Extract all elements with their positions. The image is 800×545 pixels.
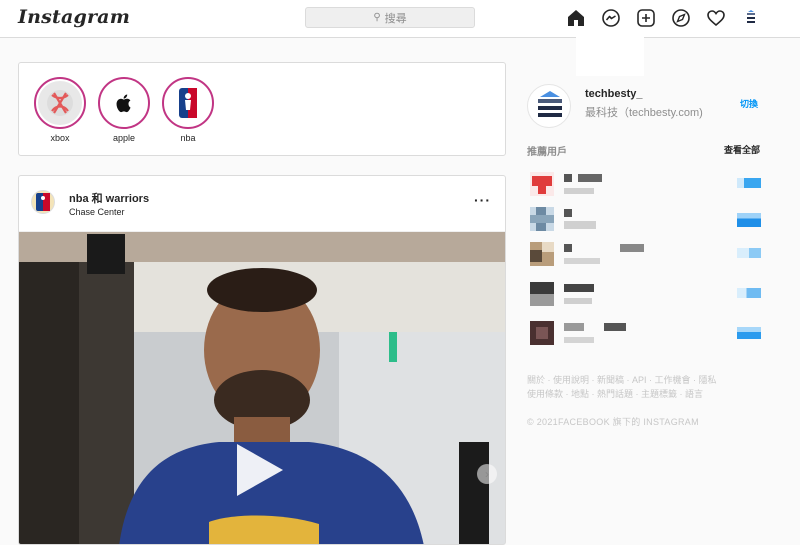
post-video[interactable]: › <box>19 232 505 544</box>
copyright-text: © 2021FACEBOOK 旗下的 INSTAGRAM <box>527 417 699 427</box>
current-display-name: 最科技（techbesty.com) <box>585 107 703 119</box>
blurred-subtitle <box>564 298 592 304</box>
story-ring <box>162 77 214 129</box>
next-arrow-icon[interactable]: › <box>477 464 497 484</box>
xbox-logo-icon <box>38 81 82 125</box>
post-header: nba 和 warriors Chase Center ··· <box>19 176 505 232</box>
suggestion-avatar[interactable] <box>530 172 554 196</box>
blurred-subtitle <box>564 258 600 264</box>
post-avatar[interactable] <box>31 190 55 214</box>
top-navigation-bar: Instagram ⚲ 搜尋 <box>0 0 800 38</box>
footer-links-line-2[interactable]: 使用條款 · 地點 · 熱門話題 · 主題標籤 · 語言 <box>527 387 757 401</box>
blurred-subtitle <box>564 337 594 343</box>
blurred-username <box>604 323 626 331</box>
blurred-username <box>578 174 602 182</box>
blurred-subtitle <box>564 188 594 194</box>
see-all-link[interactable]: 查看全部 <box>724 143 760 156</box>
story-label: xbox <box>50 133 70 143</box>
new-post-icon[interactable] <box>635 7 657 29</box>
profile-icon[interactable] <box>740 7 762 29</box>
story-ring <box>34 77 86 129</box>
switch-account-link[interactable]: 切換 <box>740 97 758 110</box>
nav-icons <box>565 7 762 29</box>
follow-button[interactable] <box>737 178 761 188</box>
blurred-username <box>564 284 594 292</box>
suggestion-avatar[interactable] <box>530 242 554 266</box>
suggestions-header: 推薦用戶 查看全部 <box>527 143 762 158</box>
suggestion-row[interactable] <box>530 321 765 349</box>
post-username[interactable]: nba 和 warriors <box>69 190 149 206</box>
explore-icon[interactable] <box>670 7 692 29</box>
post-location[interactable]: Chase Center <box>69 207 125 217</box>
suggestion-row[interactable] <box>530 207 765 235</box>
blurred-username <box>564 209 572 217</box>
activity-heart-icon[interactable] <box>705 7 727 29</box>
stories-tray: xbox apple nba <box>18 62 506 156</box>
home-icon[interactable] <box>565 7 587 29</box>
follow-button[interactable] <box>737 327 761 339</box>
suggestion-row[interactable] <box>530 242 765 270</box>
blurred-username <box>620 244 644 252</box>
suggestion-avatar[interactable] <box>530 207 554 231</box>
current-username[interactable]: techbesty_ <box>585 88 642 100</box>
play-button[interactable] <box>237 444 283 496</box>
blurred-username <box>564 244 572 252</box>
more-options-icon[interactable]: ··· <box>474 192 491 208</box>
current-user-avatar[interactable] <box>527 84 571 128</box>
instagram-logo[interactable]: Instagram <box>18 6 130 28</box>
follow-button[interactable] <box>737 248 761 258</box>
story-label: apple <box>112 133 136 143</box>
suggestion-row[interactable] <box>530 282 765 310</box>
footer-links-line-1[interactable]: 關於 · 使用說明 · 新聞稿 · API · 工作機會 · 隱私 <box>527 373 757 387</box>
apple-logo-icon <box>102 81 146 125</box>
follow-button[interactable] <box>737 288 761 298</box>
suggestion-row[interactable] <box>530 172 765 200</box>
messenger-icon[interactable] <box>600 7 622 29</box>
suggestion-avatar[interactable] <box>530 321 554 345</box>
feed-post: nba 和 warriors Chase Center ··· › <box>18 175 506 545</box>
blurred-subtitle <box>564 221 596 229</box>
blurred-username <box>564 174 572 182</box>
redaction-box <box>576 36 644 76</box>
nba-logo-icon <box>166 81 210 125</box>
follow-button[interactable] <box>737 213 761 227</box>
story-label: nba <box>180 133 196 143</box>
video-frame-image <box>19 232 505 544</box>
suggestion-avatar[interactable] <box>530 282 554 306</box>
blurred-username <box>564 323 584 331</box>
story-ring <box>98 77 150 129</box>
footer-links: 關於 · 使用說明 · 新聞稿 · API · 工作機會 · 隱私 使用條款 ·… <box>527 373 757 401</box>
search-icon: ⚲ <box>373 12 381 23</box>
story-xbox[interactable]: xbox <box>33 77 87 143</box>
story-apple[interactable]: apple <box>97 77 151 143</box>
search-input[interactable]: ⚲ 搜尋 <box>305 7 475 28</box>
search-placeholder: 搜尋 <box>384 12 407 25</box>
story-nba[interactable]: nba <box>161 77 215 143</box>
